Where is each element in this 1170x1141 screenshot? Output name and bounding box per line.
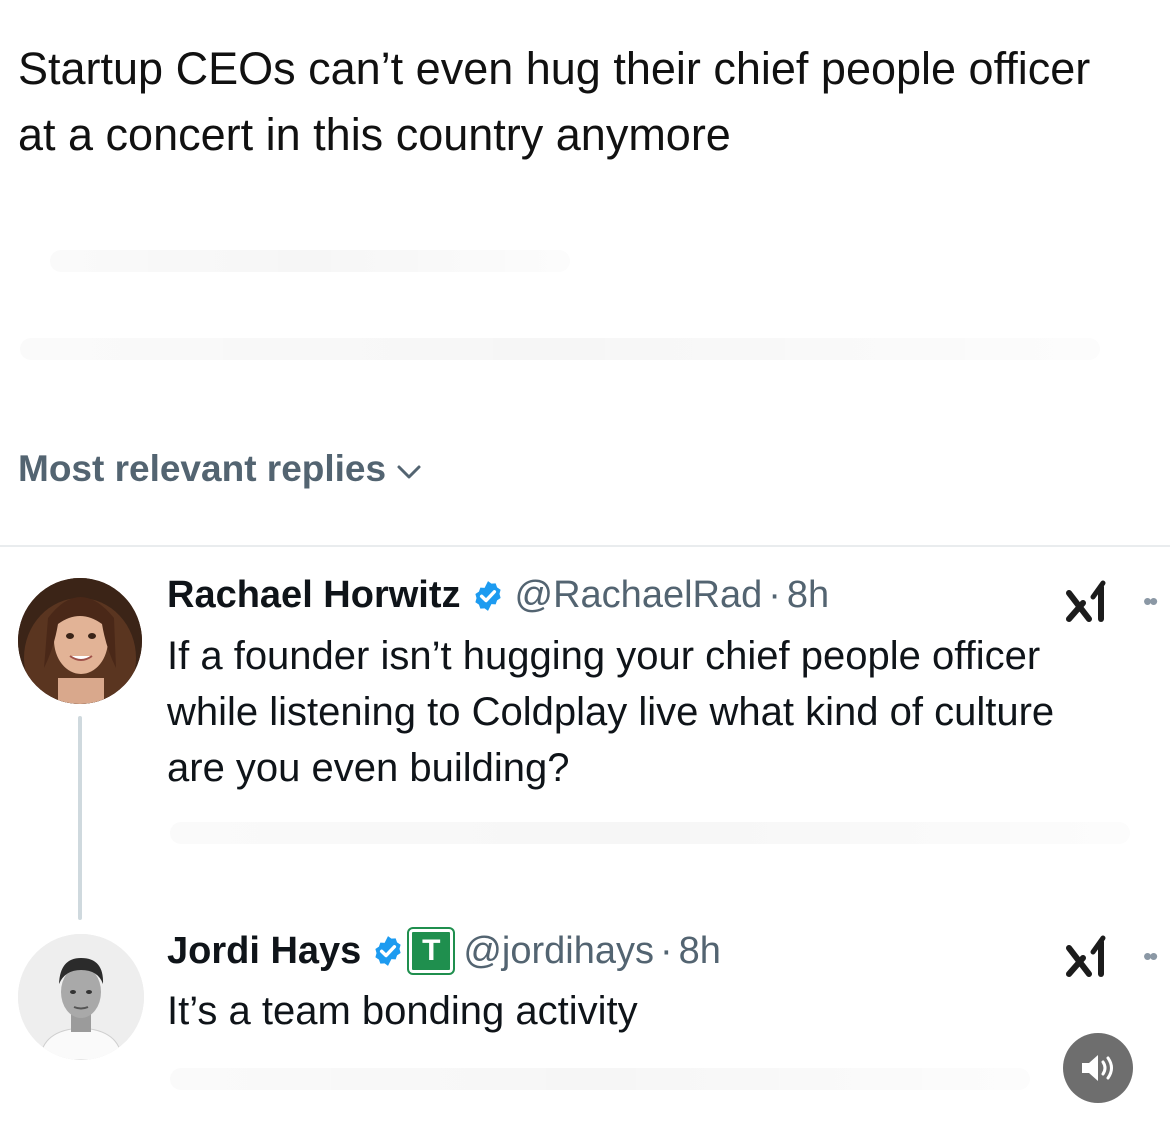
avatar[interactable] bbox=[18, 578, 142, 704]
unmute-button[interactable] bbox=[1063, 1033, 1133, 1103]
replies-sort-label: Most relevant replies bbox=[18, 448, 387, 489]
author-name[interactable]: Rachael Horwitz bbox=[167, 574, 461, 617]
verified-badge-icon bbox=[371, 934, 405, 968]
thread-line bbox=[78, 716, 82, 920]
more-dots-icon[interactable]: •• bbox=[1143, 943, 1158, 969]
avatar-image bbox=[18, 934, 144, 1060]
separator: · bbox=[768, 574, 781, 616]
reply-header: Rachael Horwitz @RachaelRad · 8h bbox=[167, 574, 829, 617]
faded-row bbox=[50, 250, 570, 272]
post-text-line: Startup CEOs can’t even hug their chief … bbox=[18, 43, 1091, 94]
post-text: Startup CEOs can’t even hug their chief … bbox=[18, 36, 1170, 168]
divider bbox=[0, 545, 1170, 547]
author-handle[interactable]: @jordihays bbox=[463, 930, 654, 973]
reply-text-line: are you even building? bbox=[167, 746, 570, 790]
post-text-line: at a concert in this country anymore bbox=[18, 109, 731, 160]
reply-text-line: while listening to Coldplay live what ki… bbox=[167, 690, 1055, 734]
faded-row bbox=[20, 338, 1100, 360]
faded-row bbox=[170, 822, 1130, 844]
timestamp[interactable]: 8h bbox=[787, 574, 829, 617]
reply-text-line: It’s a team bonding activity bbox=[167, 989, 638, 1033]
affiliation-badge[interactable]: T bbox=[409, 929, 454, 973]
separator: · bbox=[659, 929, 673, 972]
author-handle[interactable]: @RachaelRad bbox=[515, 574, 763, 617]
chevron-down-icon bbox=[397, 465, 421, 479]
faded-row bbox=[170, 1068, 1030, 1090]
avatar[interactable] bbox=[18, 934, 144, 1060]
more-dots-icon[interactable]: •• bbox=[1143, 588, 1158, 614]
timestamp[interactable]: 8h bbox=[679, 930, 721, 973]
verified-badge-icon bbox=[471, 579, 505, 613]
reply-text: It’s a team bonding activity bbox=[167, 983, 638, 1039]
author-name[interactable]: Jordi Hays bbox=[167, 930, 361, 973]
grok-icon[interactable] bbox=[1065, 579, 1111, 625]
speaker-icon bbox=[1082, 1055, 1113, 1081]
reply-text-line: If a founder isn’t hugging your chief pe… bbox=[167, 634, 1041, 678]
reply-header: Jordi Hays T @jordihays · 8h bbox=[167, 929, 721, 973]
reply-text: If a founder isn’t hugging your chief pe… bbox=[167, 628, 1054, 796]
replies-sort-dropdown[interactable]: Most relevant replies bbox=[18, 448, 422, 490]
grok-icon[interactable] bbox=[1065, 934, 1111, 980]
avatar-image bbox=[18, 578, 142, 704]
